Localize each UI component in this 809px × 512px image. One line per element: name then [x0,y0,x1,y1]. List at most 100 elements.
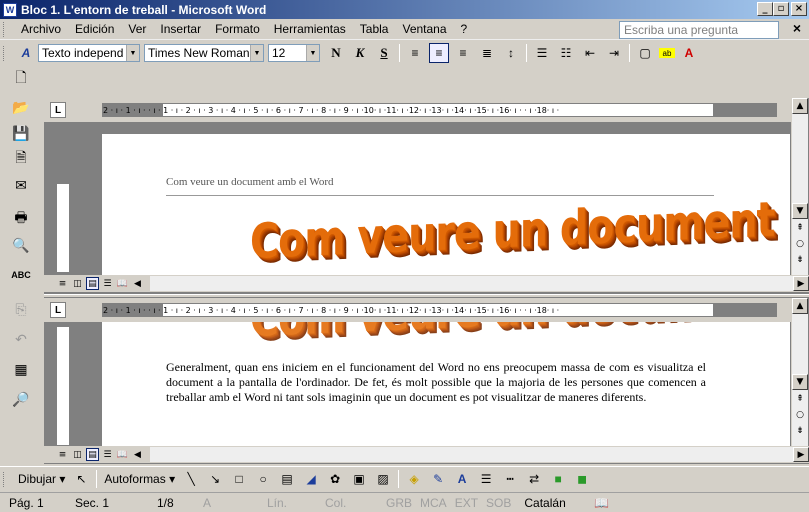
align-right-icon[interactable]: ≡ [453,43,473,63]
textbox-icon[interactable]: ▤ [277,469,297,489]
copy-icon[interactable]: ⎘ [10,298,32,320]
menu-tabla[interactable]: Tabla [353,22,396,36]
spelling-icon[interactable]: ABC [10,264,32,286]
word-icon[interactable]: W [3,2,17,17]
menu-ver[interactable]: Ver [121,22,153,36]
horizontal-scrollbar[interactable]: ▶ [150,447,809,462]
wordart-icon[interactable]: ◢ [301,469,321,489]
increase-indent-icon[interactable]: ⇥ [604,43,624,63]
wordart-title-bottom-part[interactable]: Com veure un document [250,322,774,348]
3d-icon[interactable]: ◼ [572,469,592,489]
normal-view-icon[interactable]: ≡ [56,277,69,290]
status-overtype[interactable]: SOB [482,494,515,512]
outline-view-icon[interactable]: ☰ [101,448,114,461]
diagram-icon[interactable]: ✿ [325,469,345,489]
restore-button[interactable]: ▫ [773,2,789,16]
reading-view-icon[interactable]: 📖 [116,277,129,290]
justify-icon[interactable]: ≣ [477,43,497,63]
web-view-icon[interactable]: ◫ [71,277,84,290]
document-page[interactable]: Com veure un document Generalment, quan … [102,322,790,446]
decrease-indent-icon[interactable]: ⇤ [580,43,600,63]
shadow-icon[interactable]: ■ [548,469,568,489]
new-document-icon[interactable]: 🗋 [10,68,32,90]
spellcheck-book-icon[interactable]: 📖 [585,494,618,512]
ask-question-input[interactable]: Escriba una pregunta [619,21,779,39]
bold-button[interactable]: N [326,43,346,63]
tab-selector[interactable]: L [50,102,66,118]
outline-view-icon[interactable]: ☰ [101,277,114,290]
print-view-icon[interactable]: ▤ [86,277,99,290]
bullets-icon[interactable]: ☷ [556,43,576,63]
print-preview-icon[interactable]: 🔍 [10,234,32,256]
vertical-scrollbar[interactable]: ▲ ▼ ⇞ ○ ⇟ [791,98,808,275]
save-icon[interactable]: 💾 [10,122,32,144]
fill-color-icon[interactable]: ◈ [404,469,424,489]
horizontal-ruler[interactable]: 2 · ı · 1 · ı · · ı · 1 · ı · 2 · ı · 3 … [102,103,777,117]
wordart-title[interactable]: Com veure un document [250,192,774,270]
line-spacing-icon[interactable]: ↕ [501,43,521,63]
menu-herramientas[interactable]: Herramientas [267,22,353,36]
line-color-icon[interactable]: ✎ [428,469,448,489]
line-icon[interactable]: ╲ [181,469,201,489]
open-folder-icon[interactable]: 📂 [10,96,32,118]
status-extend[interactable]: EXT [451,494,482,512]
select-browse-object-icon[interactable]: ○ [792,407,808,423]
clipart-icon[interactable]: ▣ [349,469,369,489]
scroll-down-button[interactable]: ▼ [792,374,808,390]
align-left-icon[interactable]: ≡ [405,43,425,63]
styles-pane-icon[interactable]: A [16,43,36,63]
chevron-down-icon[interactable]: ▼ [250,45,263,61]
toolbar-grip[interactable] [3,21,6,37]
arrow-style-icon[interactable]: ⇄ [524,469,544,489]
document-page[interactable]: Com veure un document amb el Word Com ve… [102,134,790,275]
body-paragraph[interactable]: Generalment, quan ens iniciem en el func… [166,360,706,405]
menu-ventana[interactable]: Ventana [395,22,453,36]
scroll-up-button[interactable]: ▲ [792,98,808,114]
prev-page-icon[interactable]: ⇞ [792,220,808,236]
close-window-button[interactable]: × [791,2,807,16]
highlight-icon[interactable]: ab [659,48,675,58]
horizontal-ruler[interactable]: 2 · ı · 1 · ı · · ı · 1 · ı · 2 · ı · 3 … [102,303,777,317]
scroll-right-button[interactable]: ▶ [793,276,809,291]
vertical-scrollbar[interactable]: ▲ ▼ ⇞ ○ ⇟ [791,298,808,446]
close-document-button[interactable]: × [793,20,801,36]
draw-menu-button[interactable]: Dibujar ▾ [14,472,69,486]
select-objects-icon[interactable]: ↖ [71,469,91,489]
prev-page-icon[interactable]: ⇞ [792,391,808,407]
permission-icon[interactable]: 🗎 [10,148,32,170]
status-language[interactable]: Catalán [515,494,585,512]
menu-insertar[interactable]: Insertar [153,22,208,36]
select-browse-object-icon[interactable]: ○ [792,236,808,252]
print-icon[interactable]: 🖶 [10,208,32,230]
underline-button[interactable]: S [374,43,394,63]
picture-icon[interactable]: ▨ [373,469,393,489]
chevron-down-icon[interactable]: ▼ [306,45,319,61]
dash-style-icon[interactable]: ┅ [500,469,520,489]
toolbar-grip[interactable] [3,471,6,487]
vertical-ruler[interactable] [56,128,70,273]
chevron-down-icon[interactable]: ▼ [126,45,139,61]
next-page-icon[interactable]: ⇟ [792,423,808,439]
font-select[interactable]: Times New Roman ▼ [144,44,264,62]
font-color-icon[interactable]: A [452,469,472,489]
menu-formato[interactable]: Formato [208,22,267,36]
scroll-right-button[interactable]: ▶ [793,447,809,462]
minimize-button[interactable]: _ [757,2,773,16]
line-style-icon[interactable]: ☰ [476,469,496,489]
style-select[interactable]: Texto independ ▼ [38,44,140,62]
menu-edicion[interactable]: Edición [68,22,121,36]
numbering-icon[interactable]: ☰ [532,43,552,63]
web-view-icon[interactable]: ◫ [71,448,84,461]
font-color-icon[interactable]: A [679,43,699,63]
tab-selector[interactable]: L [50,302,66,318]
scroll-left-button[interactable]: ◀ [131,448,144,461]
email-icon[interactable]: ✉ [10,174,32,196]
vertical-ruler[interactable] [56,326,70,446]
menu-help[interactable]: ? [454,22,475,36]
arrow-icon[interactable]: ↘ [205,469,225,489]
status-record-macro[interactable]: GRB [382,494,416,512]
undo-icon[interactable]: ↶ [10,328,32,350]
italic-button[interactable]: K [350,43,370,63]
status-track-changes[interactable]: MCA [416,494,451,512]
columns-icon[interactable]: ▦ [10,358,32,380]
